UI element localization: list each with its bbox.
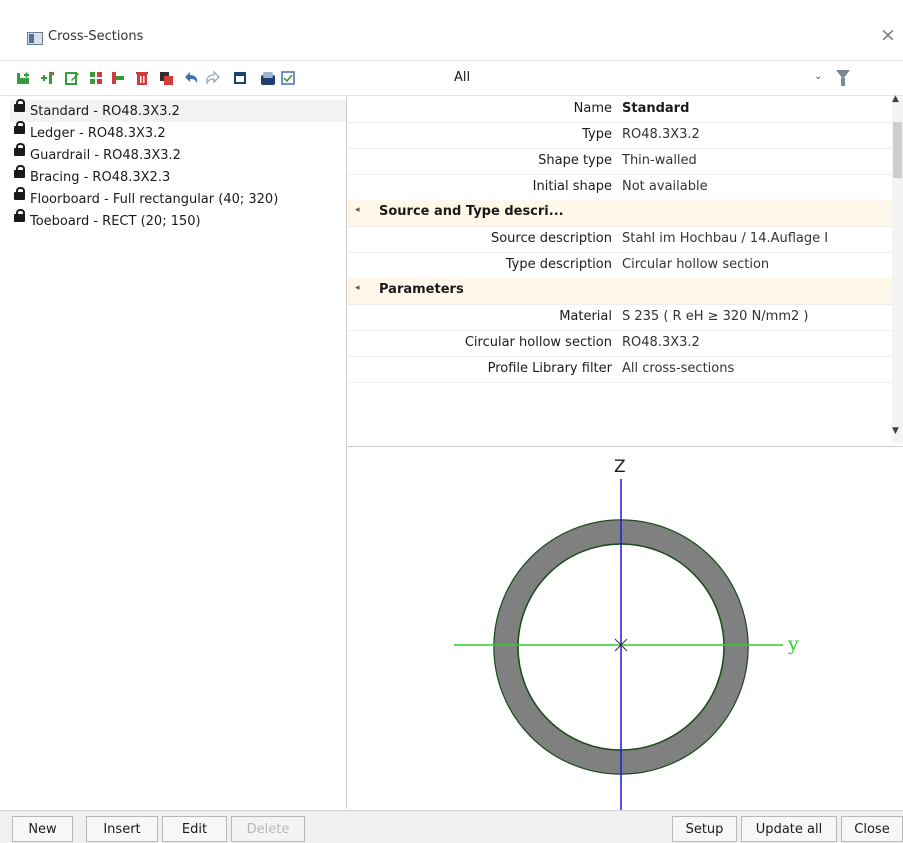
- list-item[interactable]: Guardrail - RO48.3X3.2: [10, 143, 346, 166]
- duplicate-icon[interactable]: [158, 70, 174, 86]
- property-row-shape-type[interactable]: Shape type Thin-walled: [347, 148, 892, 175]
- circular-hollow-section-value[interactable]: RO48.3X3.2: [622, 335, 700, 350]
- scroll-down-icon[interactable]: ▼: [892, 426, 899, 436]
- close-window-button[interactable]: ×: [880, 25, 896, 45]
- lock-icon: [14, 209, 25, 222]
- lock-icon: [14, 165, 25, 178]
- edit-button[interactable]: Edit: [162, 816, 227, 842]
- insert-button[interactable]: Insert: [86, 816, 158, 842]
- section-source-type[interactable]: ◂ Source and Type descri...: [347, 200, 892, 227]
- y-axis-label: y: [787, 633, 799, 655]
- new-item-icon[interactable]: [15, 70, 31, 86]
- redo-icon[interactable]: [205, 70, 221, 86]
- window-title: Cross-Sections: [48, 29, 144, 44]
- list-item[interactable]: Ledger - RO48.3X3.2: [10, 121, 346, 144]
- source-description-value: Stahl im Hochbau / 14.Auflage I: [622, 231, 829, 246]
- collapse-arrow-icon[interactable]: ◂: [355, 283, 360, 293]
- properties-scrollbar[interactable]: ▲ ▼: [892, 94, 903, 443]
- new-button[interactable]: New: [12, 816, 73, 842]
- filter-dropdown[interactable]: All: [454, 70, 470, 85]
- lock-icon: [14, 121, 25, 134]
- name-value[interactable]: Standard: [622, 101, 689, 116]
- scroll-up-icon[interactable]: ▲: [892, 94, 899, 104]
- list-item[interactable]: Toeboard - RECT (20; 150): [10, 209, 346, 232]
- initial-shape-value: Not available: [622, 179, 708, 194]
- collapse-arrow-icon[interactable]: ◂: [355, 205, 360, 215]
- profile-library-filter-value[interactable]: All cross-sections: [622, 361, 734, 376]
- property-row-initial-shape[interactable]: Initial shape Not available: [347, 174, 892, 201]
- library-icon[interactable]: [88, 70, 104, 86]
- scroll-thumb[interactable]: [893, 122, 902, 178]
- z-axis-label: Z: [614, 457, 626, 477]
- property-row-circular-hollow-section[interactable]: Circular hollow section RO48.3X3.2: [347, 330, 892, 357]
- setup-button[interactable]: Setup: [672, 816, 737, 842]
- property-row-name[interactable]: Name Standard: [347, 96, 892, 123]
- list-item[interactable]: Standard - RO48.3X3.2: [10, 99, 346, 122]
- export-icon[interactable]: [260, 70, 276, 86]
- property-row-type[interactable]: Type RO48.3X3.2: [347, 122, 892, 149]
- delete-icon[interactable]: [134, 70, 150, 86]
- list-item[interactable]: Floorboard - Full rectangular (40; 320): [10, 187, 346, 210]
- filter-funnel-icon[interactable]: [836, 70, 850, 86]
- toolbar: All ⌄: [0, 60, 903, 96]
- title-bar: Cross-Sections ×: [0, 8, 903, 52]
- material-value[interactable]: S 235 ( R eH ≥ 320 N/mm2 ): [622, 309, 808, 324]
- close-button[interactable]: Close: [841, 816, 903, 842]
- chevron-down-icon[interactable]: ⌄: [814, 71, 822, 82]
- property-row-material[interactable]: Material S 235 ( R eH ≥ 320 N/mm2 ): [347, 304, 892, 331]
- type-value: RO48.3X3.2: [622, 127, 700, 142]
- undo-icon[interactable]: [183, 70, 199, 86]
- lock-icon: [14, 99, 25, 112]
- shape-type-value: Thin-walled: [622, 153, 697, 168]
- list-item[interactable]: Bracing - RO48.3X2.3: [10, 165, 346, 188]
- section-parameters[interactable]: ◂ Parameters: [347, 278, 892, 305]
- update-all-button[interactable]: Update all: [741, 816, 837, 842]
- section-preview: Z y: [347, 446, 903, 810]
- copy-icon[interactable]: [110, 70, 126, 86]
- lock-icon: [14, 187, 25, 200]
- property-row-type-description[interactable]: Type description Circular hollow section: [347, 252, 892, 279]
- section-drawing: Z y: [454, 457, 799, 810]
- checklist-icon[interactable]: [280, 70, 296, 86]
- lock-icon: [14, 143, 25, 156]
- insert-item-icon[interactable]: [40, 70, 56, 86]
- type-description-value: Circular hollow section: [622, 257, 770, 272]
- property-row-source-description[interactable]: Source description Stahl im Hochbau / 14.…: [347, 226, 892, 253]
- cross-section-list: Standard - RO48.3X3.2 Ledger - RO48.3X3.…: [10, 96, 347, 809]
- table-icon[interactable]: [232, 70, 248, 86]
- window-app-icon: [27, 32, 43, 45]
- property-row-profile-library-filter[interactable]: Profile Library filter All cross-sections: [347, 356, 892, 383]
- button-bar: New Insert Edit Delete Setup Update all …: [0, 810, 903, 843]
- properties-grid: Name Standard Type RO48.3X3.2 Shape type Th…: [347, 96, 892, 443]
- edit-icon[interactable]: [64, 70, 80, 86]
- delete-button: Delete: [231, 816, 305, 842]
